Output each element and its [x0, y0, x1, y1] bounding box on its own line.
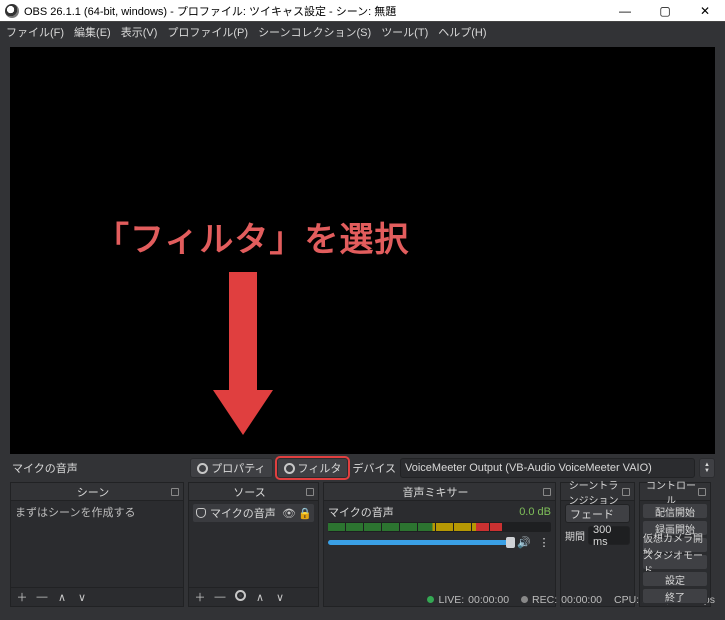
- properties-button-label: プロパティ: [211, 460, 265, 476]
- window-title: OBS 26.1.1 (64-bit, windows) - プロファイル: ツ…: [24, 3, 605, 19]
- device-spin[interactable]: ▲▼: [699, 458, 715, 478]
- transition-duration-label: 期間: [565, 528, 585, 543]
- filter-button[interactable]: フィルタ: [277, 458, 349, 478]
- obs-logo-icon: [5, 4, 19, 18]
- speaker-icon[interactable]: 🔊: [517, 535, 531, 549]
- source-header-bar: マイクの音声 プロパティ フィルタ デバイス VoiceMeeter Outpu…: [10, 458, 715, 478]
- dock-grip-icon[interactable]: [698, 488, 706, 496]
- transitions-dock: シーントランジション フェード 期間 300 ms: [560, 482, 635, 607]
- dock-grip-icon[interactable]: [622, 488, 630, 496]
- scenes-list[interactable]: まずはシーンを作成する: [11, 501, 183, 587]
- sources-down-button[interactable]: ∨: [273, 591, 287, 604]
- settings-label: 設定: [665, 572, 685, 587]
- window-close-button[interactable]: ✕: [685, 0, 725, 21]
- dock-grip-icon[interactable]: [306, 488, 314, 496]
- scenes-remove-button[interactable]: —: [35, 591, 49, 603]
- sources-dock: ソース マイクの音声 👁 🔒 ＋ — ∧ ∨: [188, 482, 319, 607]
- mixer-dock-title: 音声ミキサー: [328, 484, 543, 500]
- exit-label: 終了: [665, 589, 685, 604]
- menu-edit[interactable]: 編集(E): [70, 22, 115, 42]
- device-select[interactable]: VoiceMeeter Output (VB-Audio VoiceMeeter…: [400, 458, 695, 478]
- scenes-toolbar: ＋ — ∧ ∨: [11, 587, 183, 606]
- source-item[interactable]: マイクの音声 👁 🔒: [193, 504, 314, 522]
- menu-scenes[interactable]: シーンコレクション(S): [254, 22, 375, 42]
- sources-list[interactable]: マイクの音声 👁 🔒: [189, 501, 318, 587]
- scenes-dock-title: シーン: [15, 484, 171, 500]
- exit-button[interactable]: 終了: [642, 588, 708, 604]
- mixer-volume-slider[interactable]: [328, 540, 511, 545]
- menu-help[interactable]: ヘルプ(H): [434, 22, 490, 42]
- sources-dock-title: ソース: [193, 484, 306, 500]
- dock-row: シーン まずはシーンを作成する ＋ — ∧ ∨ ソース マイクの音声 👁 🔒: [10, 482, 715, 588]
- sources-up-button[interactable]: ∧: [253, 591, 267, 604]
- visibility-toggle[interactable]: 👁: [283, 507, 295, 519]
- sources-add-button[interactable]: ＋: [193, 589, 207, 605]
- scenes-down-button[interactable]: ∨: [75, 591, 89, 604]
- mixer-meter: [328, 522, 551, 532]
- scenes-dock: シーン まずはシーンを作成する ＋ — ∧ ∨: [10, 482, 184, 607]
- start-stream-button[interactable]: 配信開始: [642, 503, 708, 519]
- sources-toolbar: ＋ — ∧ ∨: [189, 587, 318, 606]
- menu-profile[interactable]: プロファイル(P): [163, 22, 252, 42]
- lock-toggle[interactable]: 🔒: [299, 507, 311, 519]
- scenes-up-button[interactable]: ∧: [55, 591, 69, 604]
- transition-duration-field[interactable]: 300 ms: [588, 526, 630, 545]
- mic-icon: [196, 508, 206, 518]
- menu-tools[interactable]: ツール(T): [377, 22, 432, 42]
- start-stream-label: 配信開始: [655, 504, 695, 519]
- dock-grip-icon[interactable]: [171, 488, 179, 496]
- menu-bar: ファイル(F) 編集(E) 表示(V) プロファイル(P) シーンコレクション(…: [0, 22, 725, 42]
- dock-grip-icon[interactable]: [543, 488, 551, 496]
- mixer-dock: 音声ミキサー マイクの音声 0.0 dB 🔊 ⋮: [323, 482, 556, 607]
- source-item-label: マイクの音声: [210, 505, 279, 521]
- settings-button[interactable]: 設定: [642, 571, 708, 587]
- scenes-placeholder: まずはシーンを作成する: [15, 507, 135, 519]
- studio-mode-button[interactable]: スタジオモード: [642, 554, 708, 570]
- menu-view[interactable]: 表示(V): [117, 22, 162, 42]
- gear-icon: [197, 463, 208, 474]
- gear-icon: [235, 590, 246, 601]
- mixer-channel: マイクの音声 0.0 dB 🔊 ⋮: [328, 504, 551, 549]
- transition-duration-value: 300 ms: [593, 524, 625, 548]
- selected-source-label: マイクの音声: [10, 460, 78, 476]
- properties-button[interactable]: プロパティ: [190, 458, 272, 478]
- window-maximize-button[interactable]: ▢: [645, 0, 685, 21]
- controls-dock: コントロール 配信開始 録画開始 仮想カメラ開始 スタジオモード 設定 終了: [639, 482, 711, 607]
- device-select-value: VoiceMeeter Output (VB-Audio VoiceMeeter…: [405, 462, 652, 474]
- sources-remove-button[interactable]: —: [213, 591, 227, 603]
- mixer-channel-level: 0.0 dB: [519, 506, 551, 518]
- filter-button-label: フィルタ: [298, 460, 342, 476]
- menu-file[interactable]: ファイル(F): [2, 22, 68, 42]
- transition-select-value: フェード: [570, 506, 614, 522]
- window-titlebar: OBS 26.1.1 (64-bit, windows) - プロファイル: ツ…: [0, 0, 725, 21]
- obs-app: ファイル(F) 編集(E) 表示(V) プロファイル(P) シーンコレクション(…: [0, 21, 725, 620]
- transition-select[interactable]: フェード: [565, 504, 630, 523]
- device-field-label: デバイス: [352, 460, 396, 476]
- sources-gear-button[interactable]: [233, 590, 247, 604]
- filter-icon: [284, 463, 295, 474]
- scenes-add-button[interactable]: ＋: [15, 589, 29, 605]
- window-minimize-button[interactable]: —: [605, 0, 645, 21]
- mixer-channel-name: マイクの音声: [328, 504, 394, 520]
- preview-area[interactable]: [10, 47, 715, 454]
- mixer-more-button[interactable]: ⋮: [537, 535, 551, 549]
